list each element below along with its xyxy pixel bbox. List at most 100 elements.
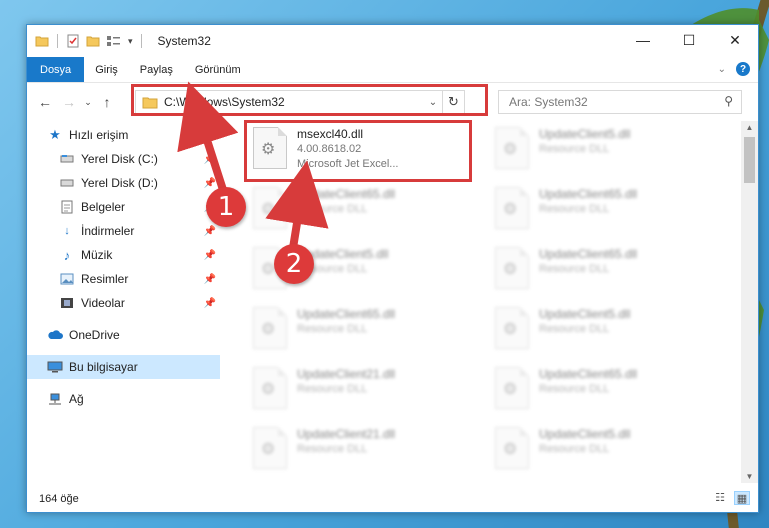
file-name: UpdateClient21.dll	[297, 367, 396, 381]
nav-item-local-disk-d[interactable]: Yerel Disk (D:) 📌	[27, 171, 220, 195]
nav-item-label: Resimler	[81, 272, 129, 286]
view-options-icon[interactable]	[106, 34, 122, 48]
gear-icon: ⚙	[261, 441, 276, 458]
toolbar-separator	[140, 34, 142, 48]
step-badge-1: 1	[206, 187, 246, 227]
file-item[interactable]: ⚙ UpdateClient5.dll Resource DLL	[487, 123, 717, 173]
gear-icon: ⚙	[503, 441, 518, 458]
music-icon: ♪	[63, 247, 71, 263]
folder-icon[interactable]	[35, 34, 49, 48]
pin-icon: 📌	[203, 297, 216, 309]
nav-item-label: Müzik	[81, 248, 113, 262]
dll-file-icon: ⚙	[495, 307, 529, 349]
view-toggle: ☷ ▦	[712, 491, 750, 505]
nav-item-pictures[interactable]: Resimler 📌	[27, 267, 220, 291]
file-type: Resource DLL	[539, 443, 610, 455]
nav-item-local-disk-c[interactable]: Yerel Disk (C:) 📌	[27, 147, 220, 171]
nav-item-quick-access[interactable]: ★ Hızlı erişim	[27, 123, 220, 147]
file-name: UpdateClient65.dll	[539, 247, 638, 261]
nav-item-network[interactable]: Ağ	[27, 387, 220, 411]
drive-icon	[59, 176, 75, 190]
nav-item-onedrive[interactable]: OneDrive	[27, 323, 220, 347]
nav-item-label: İndirmeler	[81, 224, 135, 238]
pin-icon: 📌	[203, 249, 216, 261]
new-folder-icon[interactable]	[86, 34, 100, 48]
nav-item-label: Yerel Disk (C:)	[81, 152, 158, 166]
tab-file[interactable]: Dosya	[27, 57, 85, 82]
file-name: UpdateClient5.dll	[539, 427, 631, 441]
nav-item-label: Yerel Disk (D:)	[81, 176, 158, 190]
help-icon[interactable]: ?	[736, 62, 750, 76]
dll-file-icon: ⚙	[253, 187, 287, 229]
expand-ribbon-chevron-icon[interactable]: ⌄	[718, 64, 726, 75]
search-icon[interactable]: ⚲	[724, 94, 733, 108]
dll-file-icon: ⚙	[495, 187, 529, 229]
file-explorer-window: ▾ System32 — ☐ ✕ Dosya Giriş Paylaş Görü…	[26, 24, 759, 513]
nav-item-label: Videolar	[81, 296, 125, 310]
properties-icon[interactable]	[66, 34, 80, 48]
file-item[interactable]: ⚙ UpdateClient65.dll Resource DLL	[487, 363, 717, 413]
nav-item-documents[interactable]: Belgeler 📌	[27, 195, 220, 219]
cloud-icon	[47, 328, 63, 342]
file-item[interactable]: ⚙ UpdateClient65.dll Resource DLL	[245, 303, 475, 353]
file-type: Resource DLL	[539, 323, 610, 335]
file-item[interactable]: ⚙ UpdateClient21.dll Resource DLL	[245, 363, 475, 413]
star-icon: ★	[49, 127, 61, 142]
file-item[interactable]: ⚙ UpdateClient5.dll Resource DLL	[487, 303, 717, 353]
back-arrow-icon[interactable]: ←	[33, 94, 57, 110]
tab-view[interactable]: Görünüm	[184, 57, 252, 82]
close-icon[interactable]: ✕	[712, 25, 758, 55]
file-name: UpdateClient65.dll	[539, 367, 638, 381]
customize-toolbar-chevron-icon[interactable]: ▾	[128, 36, 133, 47]
status-bar: 164 öğe ☷ ▦	[27, 486, 758, 512]
nav-item-videos[interactable]: Videolar 📌	[27, 291, 220, 315]
search-input[interactable]: Ara: System32 ⚲	[498, 90, 742, 114]
video-icon	[59, 296, 75, 310]
gear-icon: ⚙	[261, 381, 276, 398]
file-item[interactable]: ⚙ UpdateClient65.dll Resource DLL	[245, 183, 475, 233]
scrollbar-thumb[interactable]	[744, 137, 755, 183]
minimize-icon[interactable]: —	[620, 25, 666, 55]
scroll-up-arrow-icon[interactable]: ▲	[741, 123, 758, 132]
nav-item-downloads[interactable]: ↓ İndirmeler 📌	[27, 219, 220, 243]
file-type: Resource DLL	[539, 263, 610, 275]
item-count: 164 öğe	[39, 493, 79, 505]
file-item[interactable]: ⚙ UpdateClient65.dll Resource DLL	[487, 183, 717, 233]
nav-item-label: Ağ	[69, 392, 84, 406]
vertical-scrollbar[interactable]: ▲ ▼	[741, 121, 758, 483]
file-type: Resource DLL	[297, 383, 368, 395]
computer-icon	[47, 360, 63, 374]
gear-icon: ⚙	[503, 261, 518, 278]
file-item[interactable]: ⚙ UpdateClient21.dll Resource DLL	[245, 423, 475, 473]
dll-file-icon: ⚙	[495, 367, 529, 409]
maximize-icon[interactable]: ☐	[666, 25, 712, 55]
tab-home[interactable]: Giriş	[84, 57, 129, 82]
quick-access-toolbar: ▾ System32	[27, 34, 211, 48]
file-type: Resource DLL	[297, 203, 368, 215]
file-type: Resource DLL	[297, 443, 368, 455]
file-name: UpdateClient65.dll	[539, 187, 638, 201]
details-view-icon[interactable]: ☷	[712, 491, 728, 505]
nav-item-label: Belgeler	[81, 200, 126, 214]
dll-file-icon: ⚙	[495, 427, 529, 469]
forward-arrow-icon[interactable]: →	[57, 94, 81, 110]
nav-item-this-pc[interactable]: Bu bilgisayar	[27, 355, 220, 379]
tab-share[interactable]: Paylaş	[129, 57, 184, 82]
up-arrow-icon[interactable]: ↑	[95, 94, 119, 110]
pictures-icon	[59, 272, 75, 286]
file-name: UpdateClient65.dll	[297, 187, 396, 201]
tiles-view-icon[interactable]: ▦	[734, 491, 750, 505]
dll-file-icon: ⚙	[253, 367, 287, 409]
window-controls: — ☐ ✕	[620, 25, 758, 55]
recent-locations-chevron-icon[interactable]: ⌄	[81, 97, 95, 108]
nav-item-label: Hızlı erişim	[69, 128, 129, 142]
file-item[interactable]: ⚙ UpdateClient65.dll Resource DLL	[487, 243, 717, 293]
nav-item-label: OneDrive	[69, 328, 120, 342]
scroll-down-arrow-icon[interactable]: ▼	[741, 472, 758, 481]
search-placeholder: Ara: System32	[509, 95, 588, 109]
nav-item-label: Bu bilgisayar	[69, 360, 138, 374]
file-item[interactable]: ⚙ UpdateClient5.dll Resource DLL	[487, 423, 717, 473]
pin-icon: 📌	[203, 177, 216, 189]
nav-item-music[interactable]: ♪ Müzik 📌	[27, 243, 220, 267]
file-name: UpdateClient21.dll	[297, 427, 396, 441]
